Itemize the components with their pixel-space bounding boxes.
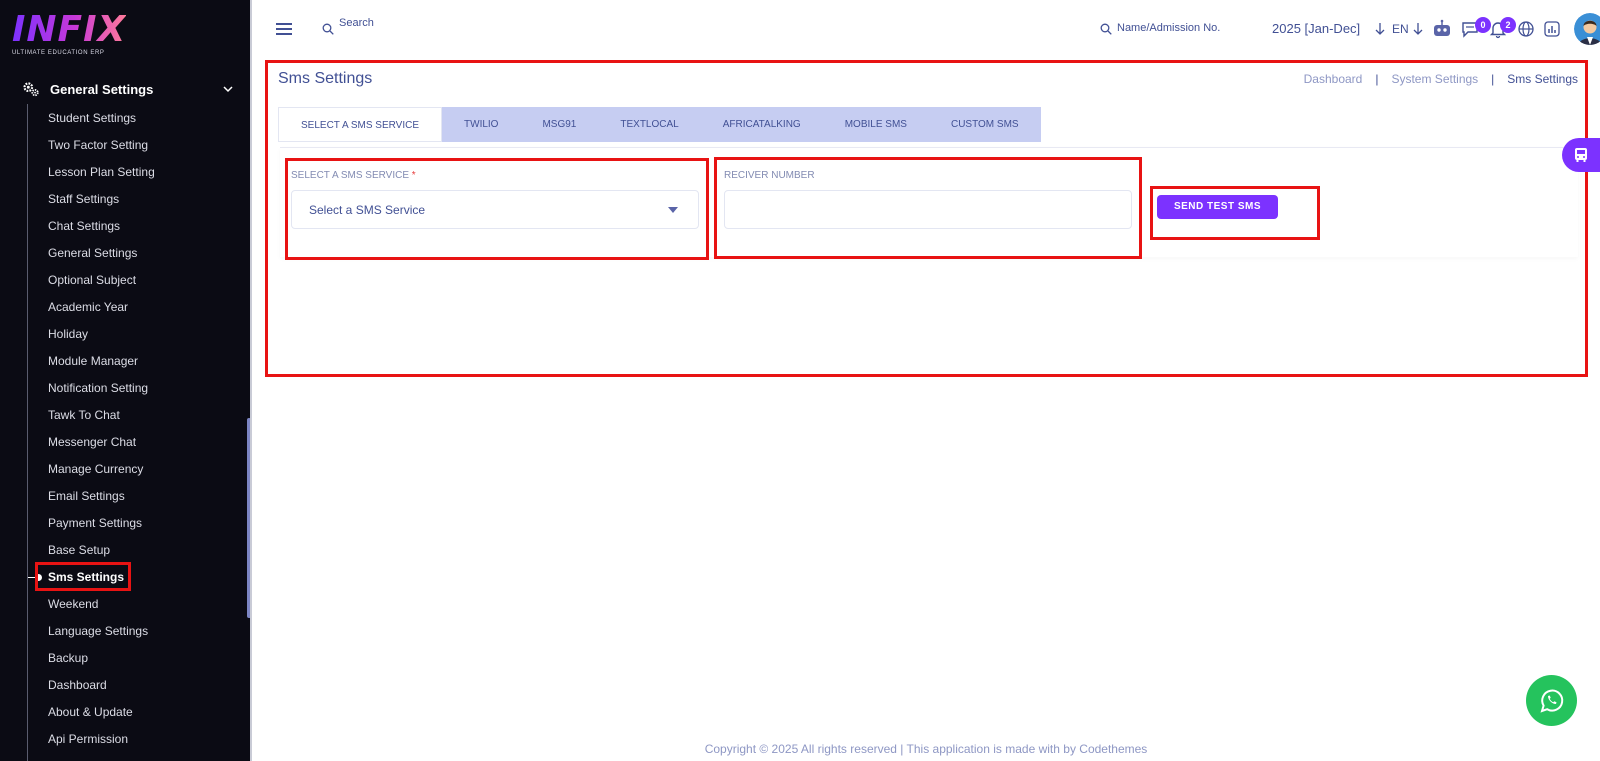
logo[interactable]: INFIX ULTIMATE EDUCATION ERP bbox=[12, 9, 127, 57]
logo-subtitle: ULTIMATE EDUCATION ERP bbox=[12, 50, 105, 56]
sidebar: INFIX ULTIMATE EDUCATION ERP General Set… bbox=[0, 0, 252, 761]
tab-textlocal[interactable]: TEXTLOCAL bbox=[598, 107, 701, 142]
receiver-field-label: RECIVER NUMBER bbox=[724, 170, 815, 181]
whatsapp-icon bbox=[1540, 689, 1564, 713]
bus-icon bbox=[1575, 148, 1587, 162]
arrow-down-icon[interactable] bbox=[1412, 22, 1424, 36]
search-input[interactable]: Search bbox=[339, 17, 374, 29]
sidebar-item-general-settings[interactable]: General Settings bbox=[48, 240, 155, 267]
sms-service-select-value: Select a SMS Service bbox=[309, 203, 426, 217]
logo-word: INFIX bbox=[12, 9, 127, 50]
sidebar-item-manage-currency[interactable]: Manage Currency bbox=[48, 456, 155, 483]
sidebar-item-payment-settings[interactable]: Payment Settings bbox=[48, 510, 155, 537]
sidebar-item-holiday[interactable]: Holiday bbox=[48, 321, 155, 348]
sidebar-item-student-settings[interactable]: Student Settings bbox=[48, 105, 155, 132]
tab-custom-sms[interactable]: CUSTOM SMS bbox=[928, 107, 1041, 142]
sidebar-item-base-setup[interactable]: Base Setup bbox=[48, 537, 155, 564]
breadcrumb-dashboard[interactable]: Dashboard bbox=[1304, 72, 1363, 86]
sidebar-item-academic-year[interactable]: Academic Year bbox=[48, 294, 155, 321]
sidebar-item-notification-setting[interactable]: Notification Setting bbox=[48, 375, 155, 402]
sidebar-group-label: General Settings bbox=[50, 81, 154, 97]
notification-count-badge: 2 bbox=[1500, 17, 1516, 33]
sidebar-scrollbar[interactable] bbox=[247, 418, 250, 618]
avatar[interactable] bbox=[1574, 13, 1600, 45]
sidebar-item-chat-settings[interactable]: Chat Settings bbox=[48, 213, 155, 240]
tab-twilio[interactable]: TWILIO bbox=[442, 107, 521, 142]
tree-line bbox=[27, 104, 28, 761]
breadcrumb-current: Sms Settings bbox=[1507, 72, 1578, 86]
tab-africatalking[interactable]: AFRICATALKING bbox=[700, 107, 823, 142]
breadcrumb-separator: | bbox=[1375, 72, 1379, 86]
sidebar-item-two-factor-setting[interactable]: Two Factor Setting bbox=[48, 132, 155, 159]
tab-select-sms-service[interactable]: SELECT A SMS SERVICE bbox=[278, 107, 443, 142]
sidebar-item-sms-settings[interactable]: Sms Settings bbox=[48, 564, 155, 591]
chevron-down-icon bbox=[223, 86, 233, 93]
sidebar-item-weekend[interactable]: Weekend bbox=[48, 591, 155, 618]
language-selector[interactable]: EN bbox=[1392, 22, 1409, 36]
tab-msg91[interactable]: MSG91 bbox=[520, 107, 599, 142]
sidebar-item-tawk-to-chat[interactable]: Tawk To Chat bbox=[48, 402, 155, 429]
service-label-text: SELECT A SMS SERVICE bbox=[291, 170, 410, 181]
sidebar-item-about-update[interactable]: About & Update bbox=[48, 699, 155, 726]
active-dot bbox=[35, 574, 42, 581]
report-icon[interactable] bbox=[1542, 19, 1562, 39]
breadcrumb: Dashboard | System Settings | Sms Settin… bbox=[1304, 72, 1578, 86]
sidebar-item-backup[interactable]: Backup bbox=[48, 645, 155, 672]
sidebar-item-lesson-plan-setting[interactable]: Lesson Plan Setting bbox=[48, 159, 155, 186]
caret-down-icon bbox=[668, 207, 678, 213]
robot-icon[interactable] bbox=[1432, 19, 1452, 39]
globe-icon[interactable] bbox=[1516, 19, 1536, 39]
breadcrumb-system-settings[interactable]: System Settings bbox=[1391, 72, 1478, 86]
send-test-sms-button[interactable]: SEND TEST SMS bbox=[1157, 195, 1278, 219]
service-field-label: SELECT A SMS SERVICE * bbox=[291, 170, 416, 181]
sms-service-select[interactable]: Select a SMS Service bbox=[291, 190, 699, 229]
breadcrumb-separator: | bbox=[1491, 72, 1495, 86]
admission-search-input[interactable]: Name/Admission No. bbox=[1117, 22, 1220, 34]
required-mark: * bbox=[411, 170, 416, 181]
receiver-number-input[interactable] bbox=[724, 190, 1132, 229]
search-icon bbox=[1100, 23, 1112, 35]
page-title: Sms Settings bbox=[278, 70, 373, 87]
floating-side-widget[interactable] bbox=[1562, 138, 1600, 172]
footer-copyright: Copyright © 2025 All rights reserved | T… bbox=[704, 742, 1148, 756]
sidebar-item-messenger-chat[interactable]: Messenger Chat bbox=[48, 429, 155, 456]
search-icon[interactable] bbox=[322, 23, 334, 35]
sidebar-item-api-permission[interactable]: Api Permission bbox=[48, 726, 155, 753]
sidebar-group-general-settings[interactable]: General Settings bbox=[22, 78, 236, 100]
sidebar-item-language-settings[interactable]: Language Settings bbox=[48, 618, 155, 645]
sidebar-item-email-settings[interactable]: Email Settings bbox=[48, 483, 155, 510]
tab-mobile-sms[interactable]: MOBILE SMS bbox=[822, 107, 929, 142]
gears-icon bbox=[23, 82, 39, 97]
arrow-down-icon[interactable] bbox=[1374, 22, 1386, 36]
sidebar-item-optional-subject[interactable]: Optional Subject bbox=[48, 267, 155, 294]
sidebar-item-staff-settings[interactable]: Staff Settings bbox=[48, 186, 155, 213]
sidebar-item-module-manager[interactable]: Module Manager bbox=[48, 348, 155, 375]
whatsapp-button[interactable] bbox=[1526, 675, 1577, 726]
sms-service-tabs: SELECT A SMS SERVICE TWILIO MSG91 TEXTLO… bbox=[278, 107, 1041, 142]
menu-icon[interactable] bbox=[276, 22, 292, 36]
sidebar-item-dashboard[interactable]: Dashboard bbox=[48, 672, 155, 699]
session-selector[interactable]: 2025 [Jan-Dec] bbox=[1272, 21, 1360, 36]
topbar: Search Name/Admission No. 2025 [Jan-Dec]… bbox=[252, 0, 1600, 58]
sidebar-menu: Student Settings Two Factor Setting Less… bbox=[48, 105, 155, 753]
